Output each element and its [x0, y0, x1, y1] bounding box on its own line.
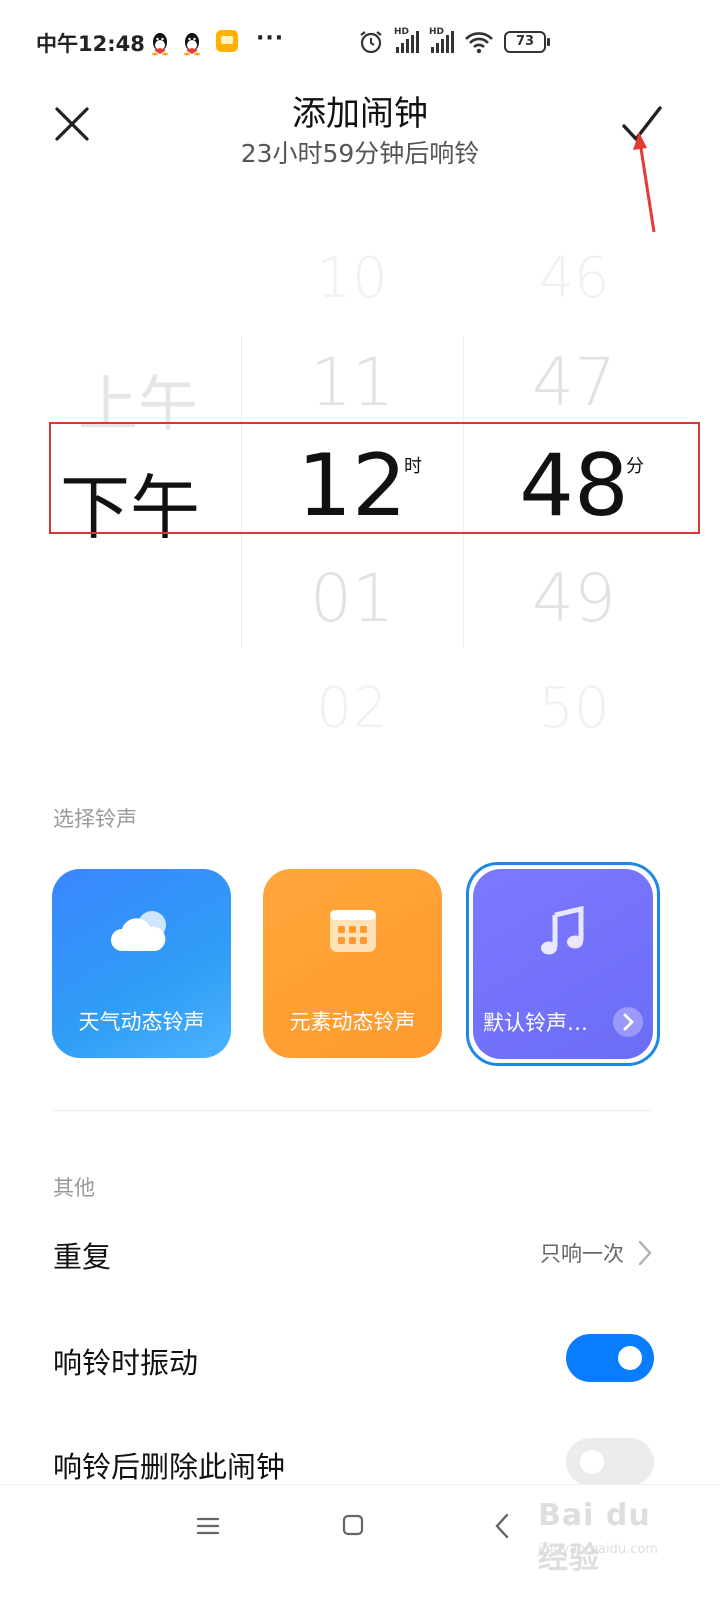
page-subtitle: 23小时59分钟后响铃: [240, 139, 480, 168]
hour-option[interactable]: 02: [262, 676, 442, 741]
minute-option[interactable]: 46: [484, 246, 664, 311]
ringtone-card-label: 默认铃声…: [483, 1011, 588, 1035]
minute-option[interactable]: 50: [484, 676, 664, 741]
vibrate-toggle[interactable]: [566, 1334, 654, 1382]
minute-option[interactable]: 49: [484, 560, 664, 637]
qq-icon: [150, 30, 170, 56]
status-bar: 中午12:48 ··· HD HD 73: [0, 0, 720, 84]
ringtone-card-default[interactable]: 默认铃声…: [473, 869, 653, 1059]
minute-option[interactable]: 47: [484, 344, 664, 421]
vibrate-label: 响铃时振动: [53, 1346, 199, 1380]
other-section-label: 其他: [53, 1176, 95, 1200]
watermark-url: jingyan.baidu.com: [538, 1542, 658, 1557]
ringtone-card-label: 元素动态铃声: [289, 1010, 416, 1034]
cloud-icon: [111, 911, 166, 951]
ringtone-card-label: 天气动态铃声: [78, 1010, 205, 1034]
back-icon[interactable]: [494, 1512, 510, 1540]
delete-after-ring-label: 响铃后删除此闹钟: [53, 1450, 286, 1484]
chevron-right-icon[interactable]: [636, 1238, 654, 1268]
status-time: 中午12:48: [36, 32, 145, 56]
music-note-icon: [541, 905, 584, 955]
alarm-clock-icon: [360, 31, 382, 54]
page-title: 添加闹钟: [292, 94, 428, 134]
toggle-knob: [618, 1346, 642, 1370]
annotation-arrow: [633, 132, 656, 233]
menu-icon[interactable]: [196, 1514, 220, 1538]
repeat-value[interactable]: 只响一次: [490, 1238, 624, 1268]
annotation-highlight-box: [49, 422, 700, 534]
message-icon: [216, 30, 238, 52]
delete-after-ring-toggle[interactable]: [566, 1438, 654, 1486]
cell-signal-icon: HD: [429, 27, 454, 53]
ringtone-card-element[interactable]: 元素动态铃声: [263, 869, 442, 1058]
status-indicators: HD HD 73: [358, 27, 550, 56]
repeat-label[interactable]: 重复: [53, 1234, 111, 1276]
watermark-text: Bai du 经验: [538, 1498, 651, 1576]
calendar-grid-icon: [330, 910, 376, 952]
home-icon[interactable]: [342, 1514, 364, 1536]
section-divider: [53, 1110, 651, 1111]
battery-icon: 73: [504, 31, 550, 53]
hour-option[interactable]: 01: [262, 560, 442, 637]
watermark: Bai du 经验 jingyan.baidu.com: [538, 1490, 688, 1576]
hour-option[interactable]: 11: [262, 344, 442, 421]
ringtone-section-label: 选择铃声: [53, 807, 137, 831]
qq-icon: [182, 30, 202, 56]
wifi-icon: [465, 32, 493, 54]
ringtone-card-weather[interactable]: 天气动态铃声: [52, 869, 231, 1058]
chevron-right-icon[interactable]: [613, 1007, 643, 1037]
toggle-knob: [580, 1450, 604, 1474]
hour-option[interactable]: 10: [262, 246, 442, 311]
cell-signal-icon: HD: [394, 27, 419, 53]
more-notifications-icon: ···: [256, 26, 285, 51]
